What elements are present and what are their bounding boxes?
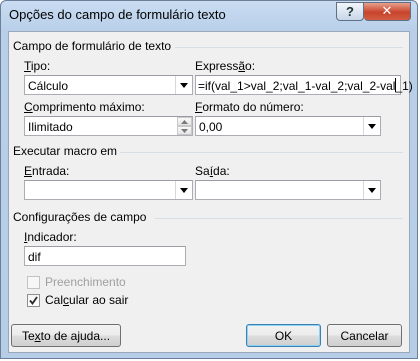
exit-label: Saída: xyxy=(195,164,230,178)
help-button[interactable]: ? xyxy=(336,2,364,21)
entry-label: Entrada: xyxy=(24,164,70,178)
section-divider xyxy=(155,218,403,219)
section-text-field-title: Campo de formulário de texto xyxy=(13,39,172,53)
section-macro-title: Executar macro em xyxy=(13,144,118,158)
section-divider xyxy=(175,47,403,48)
expression-label: Expressão: xyxy=(195,59,256,73)
close-button[interactable]: ✕ xyxy=(364,2,411,21)
dialog-body: Campo de formulário de texto Tipo: Cálcu… xyxy=(8,31,413,353)
max-length-label: Comprimento máximo: xyxy=(24,100,145,114)
calc-on-exit-checkbox[interactable] xyxy=(27,294,40,307)
text-caret xyxy=(395,78,396,92)
expression-input[interactable]: =if(val_1>val_2;val_1-val_2;val_2-val_1) xyxy=(195,75,413,95)
max-length-spinner[interactable]: Ilimitado xyxy=(24,116,193,136)
help-icon: ? xyxy=(346,4,354,19)
chevron-down-icon[interactable] xyxy=(175,181,192,199)
chevron-up-icon xyxy=(181,119,188,124)
number-format-label: Formato do número: xyxy=(195,100,304,114)
fill-in-label: Preenchimento xyxy=(45,275,126,289)
type-value: Cálculo xyxy=(28,79,69,93)
chevron-down-icon xyxy=(181,128,188,133)
expression-value: =if(val_1>val_2;val_1-val_2;val_2-val_1) xyxy=(198,79,413,93)
number-format-value: 0,00 xyxy=(199,120,223,134)
section-settings-title: Configurações de campo xyxy=(13,210,147,224)
bookmark-input[interactable]: dif xyxy=(24,246,186,266)
close-icon: ✕ xyxy=(381,4,393,19)
exit-macro-select[interactable] xyxy=(195,180,381,200)
help-text-button[interactable]: Te x to de ajuda... xyxy=(11,324,121,347)
dialog-title: Opções do campo de formulário texto xyxy=(9,7,226,22)
chevron-down-icon[interactable] xyxy=(363,181,380,199)
chevron-down-icon[interactable] xyxy=(175,76,192,94)
type-label: Tipo: xyxy=(24,59,51,73)
cancel-button[interactable]: Cancelar xyxy=(327,324,402,347)
dialog-window: Opções do campo de formulário texto ? ✕ … xyxy=(0,0,418,359)
chevron-down-icon[interactable] xyxy=(363,117,380,135)
title-bar: Opções do campo de formulário texto ? ✕ xyxy=(1,1,417,31)
calc-on-exit-label: Calcular ao sair xyxy=(45,293,129,307)
check-icon xyxy=(29,296,38,305)
spin-up-button[interactable] xyxy=(177,117,192,126)
number-format-select[interactable]: 0,00 xyxy=(195,116,381,136)
spinner xyxy=(177,117,192,135)
max-length-value: Ilimitado xyxy=(28,120,73,134)
bookmark-value: dif xyxy=(28,250,41,264)
bookmark-label: Indicador: xyxy=(24,230,77,244)
section-divider xyxy=(120,152,403,153)
ok-button[interactable]: OK xyxy=(246,324,321,347)
type-select[interactable]: Cálculo xyxy=(24,75,193,95)
fill-in-checkbox[interactable] xyxy=(27,276,40,289)
entry-macro-select[interactable] xyxy=(24,180,193,200)
spin-down-button[interactable] xyxy=(177,126,192,135)
